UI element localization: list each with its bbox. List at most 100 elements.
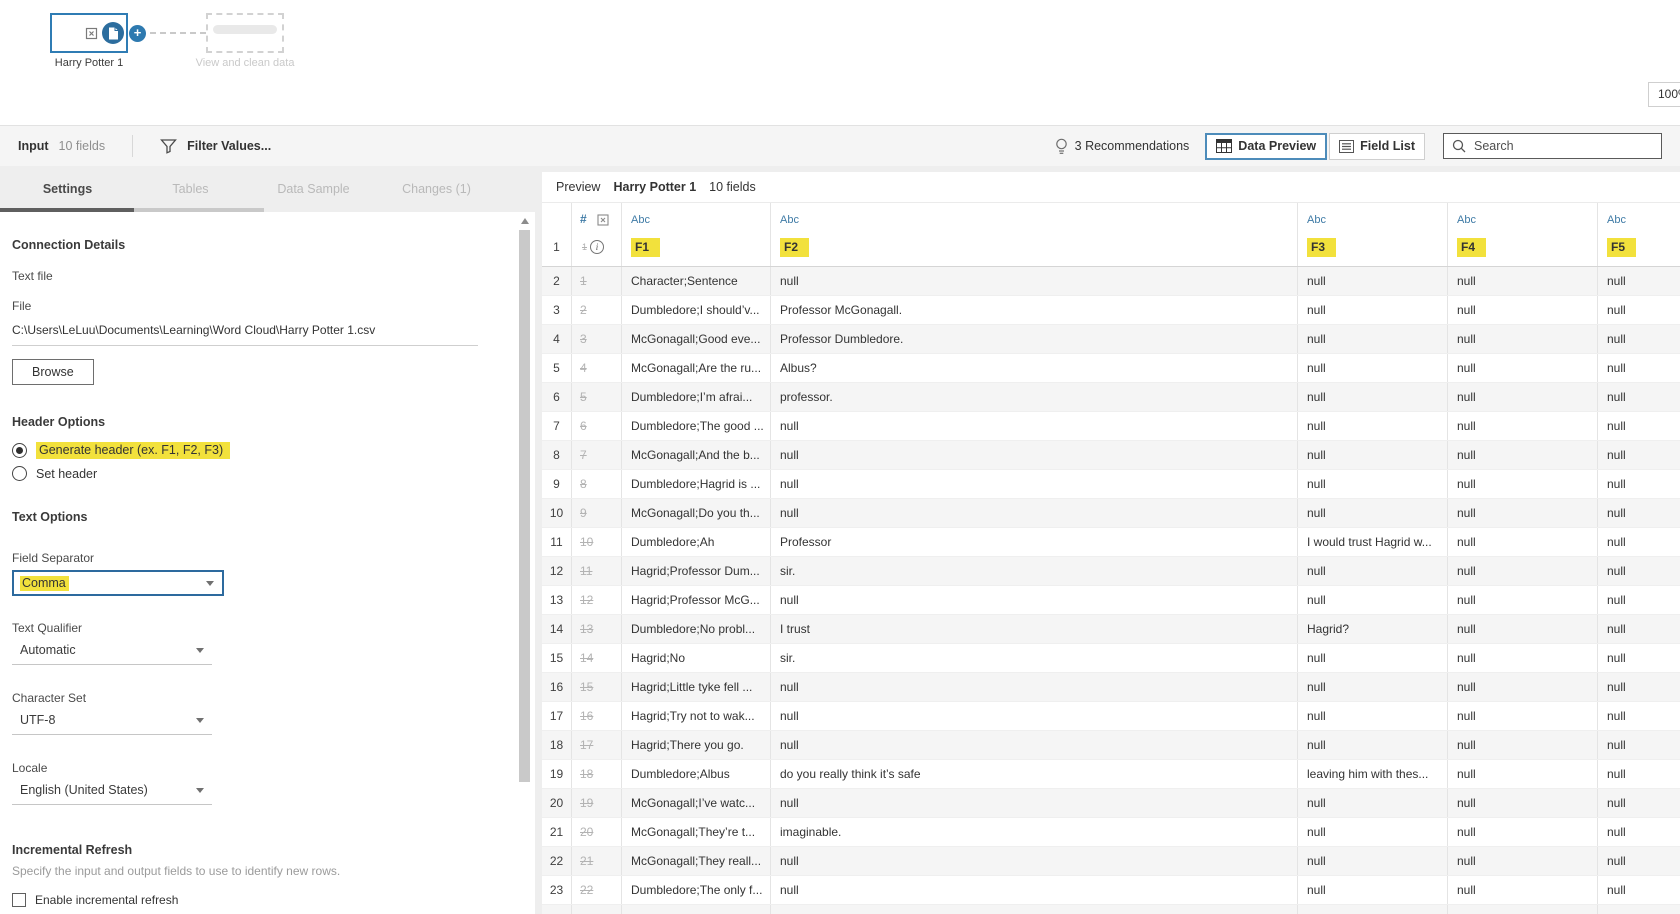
original-row-number[interactable]: 13: [572, 615, 622, 643]
cell-f4[interactable]: null: [1448, 673, 1598, 701]
cell-f5[interactable]: null: [1598, 441, 1680, 469]
left-panel-scrollbar[interactable]: [519, 216, 530, 914]
cell-f3[interactable]: null: [1298, 789, 1448, 817]
field-separator-select[interactable]: Comma: [12, 570, 224, 596]
cell-f1[interactable]: Dumbledore;Albus: [622, 760, 771, 788]
field-name[interactable]: F2: [780, 237, 810, 257]
cell-f2[interactable]: null: [771, 731, 1298, 759]
field-name[interactable]: F5: [1607, 237, 1637, 257]
cell-f2[interactable]: sir.: [771, 644, 1298, 672]
original-row-number[interactable]: 21: [572, 847, 622, 875]
cell-f4[interactable]: null: [1448, 441, 1598, 469]
info-icon[interactable]: i: [590, 240, 605, 255]
recommendations-button[interactable]: 3 Recommendations: [1075, 139, 1190, 153]
add-step-plus-icon[interactable]: +: [129, 25, 146, 42]
cell-f3[interactable]: null: [1298, 731, 1448, 759]
cell-f4[interactable]: null: [1448, 267, 1598, 295]
cell-f2[interactable]: null: [771, 673, 1298, 701]
cell-f5[interactable]: null: [1598, 499, 1680, 527]
cell-f4[interactable]: null: [1448, 528, 1598, 556]
cell-f4[interactable]: null: [1448, 296, 1598, 324]
cell-f1[interactable]: Dumbledore;The only f...: [622, 876, 771, 904]
cell-f1[interactable]: McGonagall;They’re t...: [622, 818, 771, 846]
cell-f1[interactable]: Hagrid;Professor Dum...: [622, 557, 771, 585]
cell-f2[interactable]: null: [771, 412, 1298, 440]
radio-generate-header[interactable]: Generate header (ex. F1, F2, F3): [12, 439, 521, 462]
cell-f4[interactable]: null: [1448, 325, 1598, 353]
cell-f4[interactable]: null: [1448, 470, 1598, 498]
cell-f3[interactable]: null: [1298, 354, 1448, 382]
cell-f1[interactable]: Hagrid;Try not to wak...: [622, 702, 771, 730]
cell-f4[interactable]: null: [1448, 615, 1598, 643]
cell-f1[interactable]: McGonagall;Do you th...: [622, 499, 771, 527]
cell-f1[interactable]: McGonagall;Good eve...: [622, 325, 771, 353]
enable-incremental-row[interactable]: Enable incremental refresh: [12, 893, 521, 907]
cell-f1[interactable]: McGonagall;Are the ru...: [622, 354, 771, 382]
cell-f3[interactable]: null: [1298, 412, 1448, 440]
cell-f3[interactable]: null: [1298, 296, 1448, 324]
cell-f4[interactable]: null: [1448, 644, 1598, 672]
original-row-number[interactable]: 20: [572, 818, 622, 846]
incremental-checkbox[interactable]: [12, 893, 26, 907]
flow-node-input[interactable]: [50, 13, 128, 53]
cell-f1[interactable]: McGonagall;They reall...: [622, 847, 771, 875]
cell-f4[interactable]: null: [1448, 818, 1598, 846]
cell-f3[interactable]: null: [1298, 557, 1448, 585]
cell-f4[interactable]: null: [1448, 702, 1598, 730]
tab-changes[interactable]: Changes (1): [375, 166, 498, 212]
original-row-number[interactable]: 5: [572, 383, 622, 411]
column-header-f2[interactable]: Abc F2: [771, 203, 1298, 266]
search-box[interactable]: [1443, 133, 1662, 159]
cell-f5[interactable]: null: [1598, 905, 1680, 914]
cell-f1[interactable]: Hagrid;Little tyke fell ...: [622, 673, 771, 701]
original-row-number[interactable]: 23: [572, 905, 622, 914]
original-row-number[interactable]: 14: [572, 644, 622, 672]
tab-tables[interactable]: Tables: [129, 166, 252, 212]
original-row-number[interactable]: 8: [572, 470, 622, 498]
cell-f1[interactable]: Dumbledore;The good ...: [622, 412, 771, 440]
cell-f4[interactable]: null: [1448, 383, 1598, 411]
zoom-level-indicator[interactable]: 100%: [1648, 82, 1680, 107]
cell-f4[interactable]: null: [1448, 354, 1598, 382]
cell-f5[interactable]: null: [1598, 673, 1680, 701]
cell-f3[interactable]: leaving him with thes...: [1298, 760, 1448, 788]
original-row-number[interactable]: 2: [572, 296, 622, 324]
cell-f2[interactable]: imaginable.: [771, 818, 1298, 846]
cell-f2[interactable]: professor.: [771, 383, 1298, 411]
radio-unselected-icon[interactable]: [12, 466, 27, 481]
cell-f2[interactable]: null: [771, 905, 1298, 914]
character-set-select[interactable]: UTF-8: [12, 711, 212, 735]
cell-f2[interactable]: I trust: [771, 615, 1298, 643]
cell-f3[interactable]: null: [1298, 876, 1448, 904]
cell-f5[interactable]: null: [1598, 644, 1680, 672]
cell-f1[interactable]: Dumbledore;I’m afrai...: [622, 383, 771, 411]
cell-f4[interactable]: null: [1448, 412, 1598, 440]
flow-placeholder-node[interactable]: [206, 13, 284, 53]
original-row-number[interactable]: 16: [572, 702, 622, 730]
radio-selected-icon[interactable]: [12, 443, 27, 458]
cell-f5[interactable]: null: [1598, 789, 1680, 817]
cell-f3[interactable]: null: [1298, 267, 1448, 295]
cell-f1[interactable]: Hagrid;Professor McG...: [622, 586, 771, 614]
cell-f5[interactable]: null: [1598, 847, 1680, 875]
browse-button[interactable]: Browse: [12, 359, 94, 385]
column-header-f3[interactable]: Abc F3: [1298, 203, 1448, 266]
cell-f1[interactable]: Dumbledore;Hagrid is ...: [622, 470, 771, 498]
original-row-number[interactable]: 15: [572, 673, 622, 701]
radio-set-header[interactable]: Set header: [12, 462, 521, 485]
cell-f3[interactable]: null: [1298, 383, 1448, 411]
cell-f5[interactable]: null: [1598, 615, 1680, 643]
cell-f3[interactable]: null: [1298, 847, 1448, 875]
tab-settings[interactable]: Settings: [6, 166, 129, 212]
tab-data-sample[interactable]: Data Sample: [252, 166, 375, 212]
cell-f5[interactable]: null: [1598, 412, 1680, 440]
cell-f3[interactable]: null: [1298, 586, 1448, 614]
cell-f5[interactable]: null: [1598, 818, 1680, 846]
cell-f2[interactable]: null: [771, 847, 1298, 875]
column-header-f5[interactable]: Abc F5: [1598, 203, 1680, 266]
cell-f1[interactable]: Hagrid;No: [622, 644, 771, 672]
cell-f2[interactable]: null: [771, 499, 1298, 527]
cell-f4[interactable]: null: [1448, 586, 1598, 614]
cell-f2[interactable]: Professor: [771, 528, 1298, 556]
cell-f2[interactable]: Professor McGonagall.: [771, 296, 1298, 324]
